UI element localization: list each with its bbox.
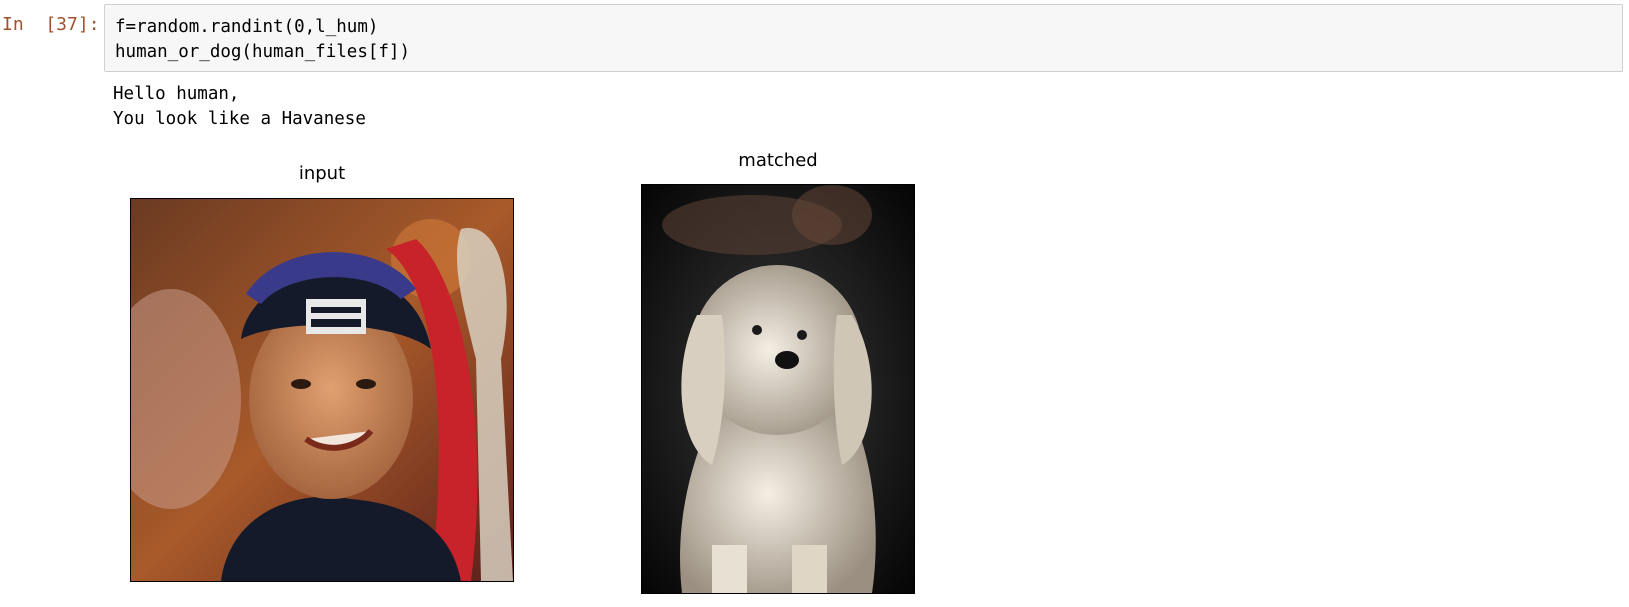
code-input-area[interactable]: f=random.randint(0,l_hum) human_or_dog(h… <box>104 4 1623 72</box>
output-line-1: Hello human, <box>113 84 240 104</box>
cell-prompt: In [37]: <box>2 14 100 35</box>
output-line-2: You look like a Havanese <box>113 109 366 129</box>
notebook-cell: In [37]: f=random.randint(0,l_hum) human… <box>0 0 1629 607</box>
code-line-2: human_or_dog(human_files[f]) <box>115 42 411 62</box>
dog-photo-illustration <box>642 185 914 593</box>
matched-dog-image <box>641 184 915 594</box>
code-line-1: f=random.randint(0,l_hum) <box>115 17 379 37</box>
matched-plot-title: matched <box>738 150 818 171</box>
input-human-image <box>130 198 514 582</box>
human-photo-illustration <box>131 199 513 581</box>
cell-output-text: Hello human, You look like a Havanese <box>113 82 366 132</box>
input-plot-title: input <box>298 163 346 184</box>
